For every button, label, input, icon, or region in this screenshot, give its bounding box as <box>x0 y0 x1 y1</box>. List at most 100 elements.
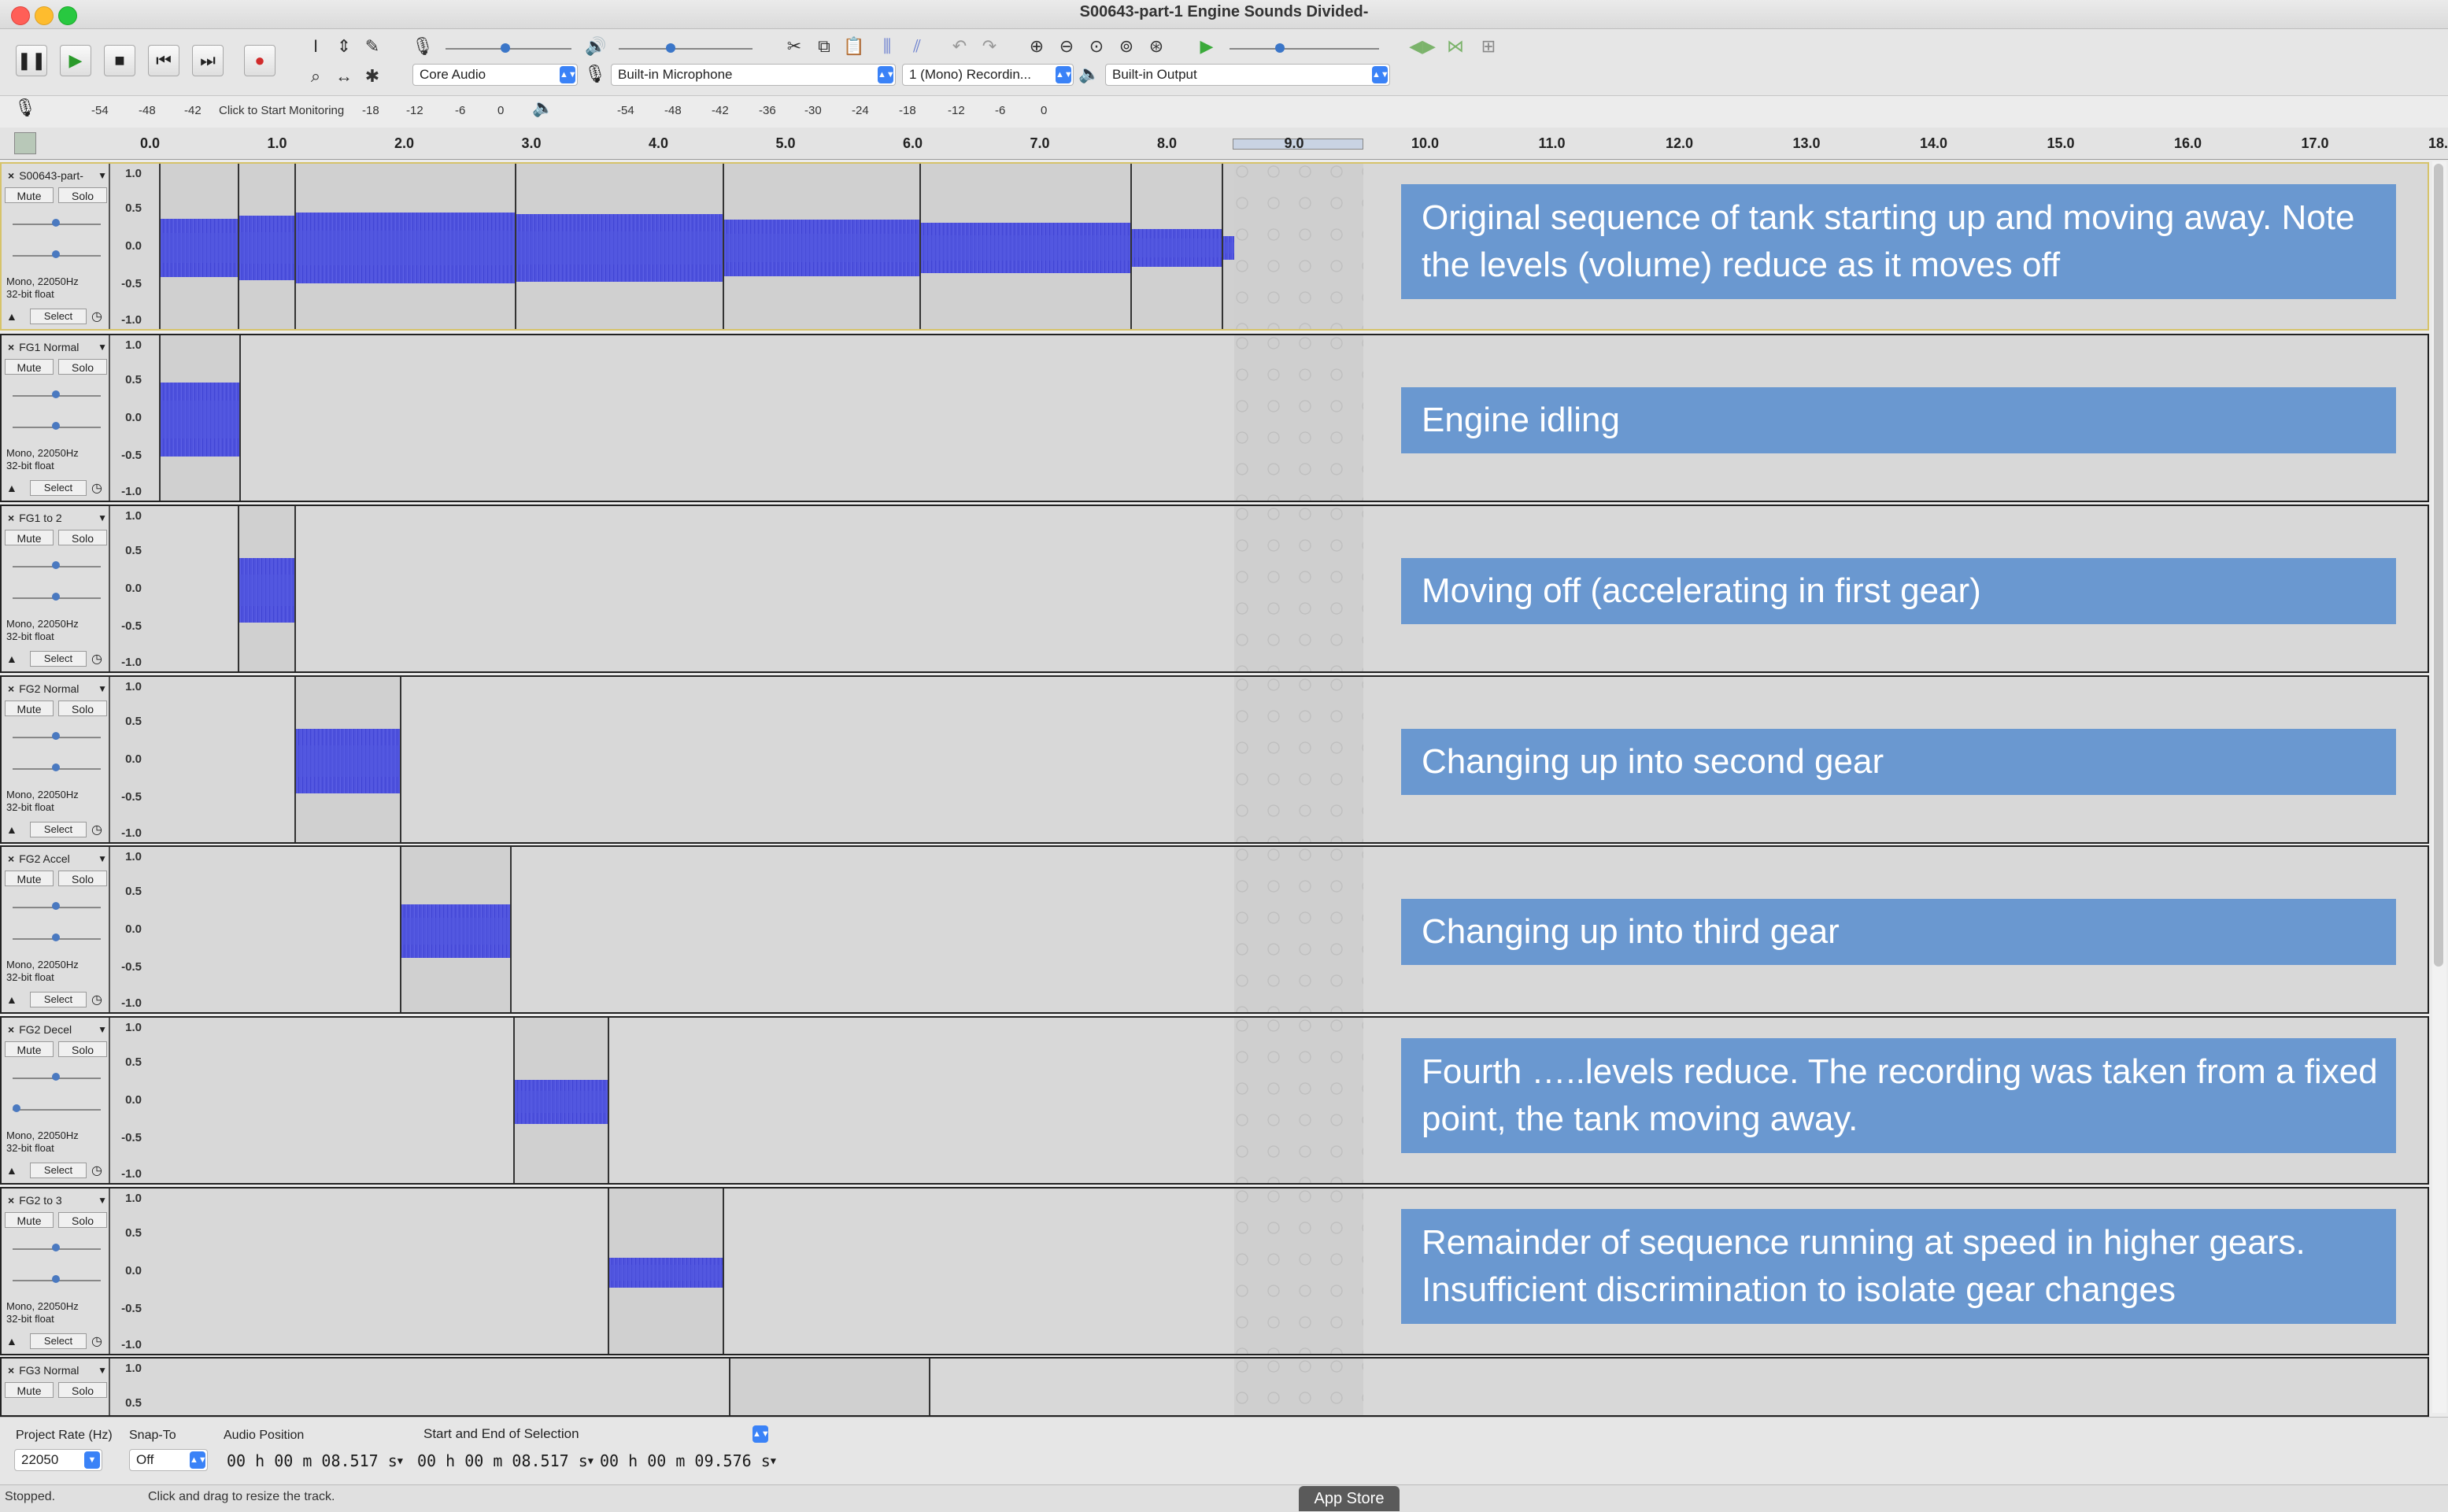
cut-icon[interactable]: ✂ <box>781 34 808 59</box>
audio-track[interactable]: × FG1 Normal ▼ Mute Solo Mono, 22050Hz 3… <box>0 334 2429 502</box>
audio-clip[interactable] <box>238 506 296 671</box>
audio-track[interactable]: × FG2 Normal ▼ Mute Solo Mono, 22050Hz 3… <box>0 675 2429 844</box>
selection-tool-icon[interactable]: I <box>302 34 329 59</box>
skip-to-start-button[interactable]: ⏮ <box>148 45 179 76</box>
pan-knob[interactable] <box>52 250 60 258</box>
collapse-icon[interactable]: ▲ <box>6 310 17 323</box>
record-button[interactable]: ● <box>244 45 275 76</box>
snap-to-select[interactable]: Off ▲▼ <box>129 1449 208 1471</box>
trim-icon[interactable]: ⫼ <box>874 34 900 59</box>
redo-icon[interactable]: ↷ <box>976 34 1003 59</box>
zoom-out-icon[interactable]: ⊖ <box>1053 34 1080 59</box>
solo-button[interactable]: Solo <box>58 1041 107 1057</box>
timeshift-tool-icon[interactable]: ↔ <box>331 64 357 89</box>
audio-clip[interactable] <box>919 164 1132 329</box>
mute-button[interactable]: Mute <box>5 187 54 203</box>
audio-host-select[interactable]: Core Audio ▲▼ <box>412 64 578 86</box>
playback-volume-knob[interactable] <box>666 43 675 53</box>
collapse-icon[interactable]: ▲ <box>6 993 17 1006</box>
track-name-menu[interactable]: × FG2 Decel ▼ <box>8 1021 109 1038</box>
gain-knob[interactable] <box>52 732 60 740</box>
track-name-menu[interactable]: × FG3 Normal ▼ <box>8 1362 109 1379</box>
solo-button[interactable]: Solo <box>58 530 107 545</box>
gain-knob[interactable] <box>52 902 60 910</box>
record-volume-knob[interactable] <box>501 43 510 53</box>
close-track-icon[interactable]: × <box>8 512 14 524</box>
select-track-button[interactable]: Select <box>30 1163 87 1178</box>
zoom-tool-icon[interactable]: ⌕ <box>302 64 329 89</box>
pan-knob[interactable] <box>52 933 60 941</box>
vertical-scrollbar-thumb[interactable] <box>2434 164 2443 967</box>
mute-button[interactable]: Mute <box>5 1041 54 1057</box>
copy-icon[interactable]: ⧉ <box>811 34 838 59</box>
track-name-menu[interactable]: × FG1 Normal ▼ <box>8 338 109 356</box>
envelope-tool-icon[interactable]: ⇕ <box>331 34 357 59</box>
select-track-button[interactable]: Select <box>30 992 87 1007</box>
mute-button[interactable]: Mute <box>5 701 54 716</box>
gain-knob[interactable] <box>52 390 60 398</box>
selection-mode-select[interactable]: Start and End of Selection ▲▼ <box>417 1424 770 1444</box>
collapse-icon[interactable]: ▲ <box>6 1335 17 1347</box>
pan-slider[interactable] <box>13 1109 101 1111</box>
record-meter-icon[interactable]: 🎙 <box>14 98 36 118</box>
track-name-menu[interactable]: × FG2 Normal ▼ <box>8 680 109 697</box>
play-speed-knob[interactable] <box>1275 43 1285 53</box>
solo-button[interactable]: Solo <box>58 187 107 203</box>
pan-knob[interactable] <box>13 1104 20 1112</box>
gain-knob[interactable] <box>52 219 60 227</box>
output-device-select[interactable]: Built-in Output ▲▼ <box>1105 64 1390 86</box>
close-track-icon[interactable]: × <box>8 1364 14 1377</box>
playback-volume-slider[interactable] <box>619 48 753 50</box>
draw-tool-icon[interactable]: ✎ <box>359 34 386 59</box>
audio-clip[interactable] <box>515 164 724 329</box>
undo-icon[interactable]: ↶ <box>946 34 973 59</box>
mute-button[interactable]: Mute <box>5 1382 54 1398</box>
select-track-button[interactable]: Select <box>30 651 87 667</box>
audio-clip[interactable] <box>294 164 516 329</box>
zoom-in-icon[interactable]: ⊕ <box>1023 34 1050 59</box>
mute-button[interactable]: Mute <box>5 530 54 545</box>
audio-clip[interactable] <box>513 1018 609 1183</box>
collapse-icon[interactable]: ▲ <box>6 482 17 494</box>
mute-button[interactable]: Mute <box>5 871 54 886</box>
playback-meter-icon[interactable]: 🔈 <box>532 98 553 118</box>
audio-position-field[interactable]: 00 h 00 m 08.517 s ▼ <box>227 1451 403 1471</box>
selection-region[interactable] <box>1234 847 1363 1012</box>
collapse-icon[interactable]: ▲ <box>6 652 17 665</box>
pan-knob[interactable] <box>52 422 60 430</box>
audio-clip[interactable] <box>1130 164 1223 329</box>
pan-knob[interactable] <box>52 593 60 601</box>
mute-button[interactable]: Mute <box>5 1212 54 1228</box>
selection-end-field[interactable]: 00 h 00 m 09.576 s ▼ <box>600 1451 776 1471</box>
pan-knob[interactable] <box>52 763 60 771</box>
audio-clip[interactable] <box>723 164 921 329</box>
timeline-ruler[interactable]: 0.0 1.0 2.0 3.0 4.0 5.0 6.0 7.0 8.0 9.0 10.0 11.0 12… <box>0 128 2448 160</box>
track-name-menu[interactable]: × FG1 to 2 ▼ <box>8 509 109 527</box>
select-track-button[interactable]: Select <box>30 1333 87 1349</box>
play-button[interactable]: ▶ <box>60 45 91 76</box>
audio-clip[interactable] <box>729 1359 930 1415</box>
track-name-menu[interactable]: × S00643-part- ▼ <box>8 167 109 184</box>
silence-icon[interactable]: ⫽ <box>904 34 930 59</box>
close-track-icon[interactable]: × <box>8 682 14 695</box>
stop-button[interactable]: ■ <box>104 45 135 76</box>
audio-track[interactable]: × FG2 to 3 ▼ Mute Solo Mono, 22050Hz 32-… <box>0 1187 2429 1355</box>
close-track-icon[interactable]: × <box>8 341 14 353</box>
project-rate-select[interactable]: 22050 ▼ <box>14 1449 102 1471</box>
selection-region[interactable] <box>1234 1359 1363 1415</box>
skip-to-end-button[interactable]: ⏭ <box>192 45 224 76</box>
select-track-button[interactable]: Select <box>30 309 87 324</box>
audio-track[interactable]: × FG3 Normal ▼ Mute Solo 1.0 0.5 <box>0 1357 2429 1417</box>
gain-knob[interactable] <box>52 1073 60 1081</box>
audio-clip[interactable] <box>400 847 512 1012</box>
audio-clip[interactable] <box>294 677 401 842</box>
align-icon[interactable]: ⋈ <box>1442 34 1469 59</box>
close-track-icon[interactable]: × <box>8 169 14 182</box>
pause-button[interactable]: ❚❚ <box>16 45 47 76</box>
multi-tool-icon[interactable]: ✱ <box>359 64 386 89</box>
select-track-button[interactable]: Select <box>30 480 87 496</box>
sync-lock-icon[interactable]: ◀▶ <box>1409 34 1436 59</box>
track-name-menu[interactable]: × FG2 Accel ▼ <box>8 850 109 867</box>
pan-knob[interactable] <box>52 1275 60 1283</box>
audio-track[interactable]: × FG2 Decel ▼ Mute Solo Mono, 22050Hz 32… <box>0 1016 2429 1185</box>
